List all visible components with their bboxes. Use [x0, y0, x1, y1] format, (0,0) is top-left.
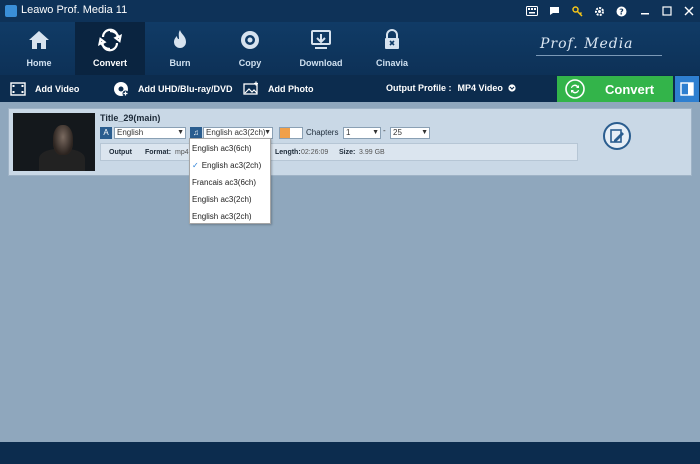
keyboard-icon[interactable]: [524, 3, 540, 19]
audio-option-label: Francais ac3(6ch): [192, 178, 257, 187]
convert-icon: [98, 28, 122, 52]
check-icon: ✓: [192, 161, 199, 170]
chapter-range-dash: -: [383, 126, 386, 135]
audio-dropdown-menu: English ac3(6ch) ✓ English ac3(2ch) Franc…: [189, 138, 271, 224]
chevron-down-icon: ▼: [372, 129, 379, 136]
svg-text:?: ?: [619, 7, 624, 16]
status-bar: [0, 442, 700, 464]
nav-cinavia-label: Cinavia: [375, 58, 408, 68]
length-label: Length:: [275, 149, 301, 156]
nav-burn[interactable]: Burn: [145, 22, 215, 75]
convert-button-label: Convert: [605, 82, 655, 97]
chapter-to-select[interactable]: 25 ▼: [390, 127, 430, 139]
convert-button[interactable]: Convert: [557, 76, 673, 102]
format-value: mp4: [175, 149, 189, 156]
disc-add-icon: [114, 81, 129, 96]
size-value: 3.99 GB: [359, 149, 385, 156]
length-value: 02:26:09: [301, 149, 329, 156]
format-label: Format:: [145, 149, 172, 156]
flame-icon: [174, 30, 186, 48]
output-profile-value: MP4 Video: [457, 83, 503, 93]
audio-option-label: English ac3(2ch): [192, 212, 252, 221]
chat-icon[interactable]: [546, 3, 562, 19]
content-area: Title_29(main) A English ▼ ♫ English ac3…: [0, 102, 700, 442]
edit-video-button[interactable]: [603, 122, 631, 150]
toggle-knob: [280, 128, 290, 138]
chevron-down-icon: ▼: [421, 129, 428, 136]
nav-cinavia[interactable]: Cinavia: [357, 22, 427, 75]
window-title: Leawo Prof. Media 11: [21, 4, 128, 16]
chevron-down-icon: ▼: [177, 129, 184, 136]
nav-convert-label: Convert: [92, 58, 127, 68]
nav-copy[interactable]: Copy: [215, 22, 285, 75]
add-uhd-button[interactable]: Add UHD/Blu-ray/DVD: [113, 75, 233, 102]
app-logo-icon: [5, 5, 17, 17]
chapters-label: Chapters: [306, 128, 339, 137]
sidebar-toggle-button[interactable]: [675, 76, 699, 102]
subtitle-icon: A: [100, 127, 112, 139]
minimize-icon[interactable]: [637, 3, 653, 19]
audio-option-label: English ac3(2ch): [192, 195, 252, 204]
nav-home[interactable]: Home: [4, 22, 74, 75]
video-thumbnail[interactable]: [13, 113, 95, 171]
add-photo-label: Add Photo: [268, 83, 314, 94]
nav-download[interactable]: Download: [286, 22, 356, 75]
add-video-button[interactable]: Add Video: [10, 75, 79, 102]
disc-icon: [241, 31, 259, 49]
output-info-row: Output Format: mp4 Length: 02:26:09 Size…: [100, 143, 578, 161]
key-icon[interactable]: [569, 3, 585, 19]
audio-option-label: English ac3(2ch): [201, 161, 262, 170]
subtitle-select[interactable]: English ▼: [114, 127, 186, 139]
lock-icon: [385, 29, 399, 49]
nav-home-label: Home: [26, 58, 52, 68]
house-icon: [29, 31, 49, 49]
add-photo-button[interactable]: Add Photo: [243, 75, 314, 102]
chevron-down-icon: ▼: [264, 129, 271, 136]
panel-icon: [680, 82, 694, 96]
output-profile-selector[interactable]: Output Profile : MP4 Video: [386, 83, 516, 93]
convert-circle-icon: [565, 79, 585, 99]
audio-option[interactable]: English ac3(2ch): [190, 191, 270, 208]
output-label: Output: [109, 149, 132, 156]
gear-icon[interactable]: [591, 3, 607, 19]
output-profile-label: Output Profile :: [386, 83, 452, 93]
size-label: Size:: [339, 149, 356, 156]
nav-copy-label: Copy: [238, 58, 262, 68]
audio-option-selected[interactable]: ✓ English ac3(2ch): [190, 157, 270, 174]
chapters-toggle[interactable]: [279, 127, 303, 139]
nav-download-label: Download: [299, 58, 343, 68]
audio-select-value: English ac3(2ch): [206, 128, 266, 137]
audio-option[interactable]: Francais ac3(6ch): [190, 174, 270, 191]
chapter-from-value: 1: [346, 128, 351, 137]
nav-burn-label: Burn: [169, 58, 191, 68]
audio-option[interactable]: English ac3(2ch): [190, 208, 270, 225]
thumbnail-face: [53, 125, 73, 155]
title-name: Title_29(main): [100, 113, 161, 123]
main-nav: Home Convert Burn Copy Download Cinavia …: [0, 22, 700, 75]
chevron-down-icon: [508, 84, 516, 92]
close-icon[interactable]: [681, 3, 697, 19]
edit-icon: [610, 129, 624, 143]
brand-logo: Prof. Media: [540, 36, 634, 52]
chapter-to-value: 25: [393, 128, 402, 137]
title-bar: Leawo Prof. Media 11 ?: [0, 0, 700, 22]
chapter-from-select[interactable]: 1 ▼: [343, 127, 381, 139]
audio-option[interactable]: English ac3(6ch): [190, 140, 270, 157]
audio-option-label: English ac3(6ch): [192, 144, 252, 153]
film-icon: [10, 81, 26, 96]
title-item-card[interactable]: Title_29(main) A English ▼ ♫ English ac3…: [8, 108, 692, 176]
download-icon: [311, 30, 331, 49]
photo-icon: [243, 81, 258, 95]
brand-underline: [536, 55, 662, 56]
add-video-label: Add Video: [35, 83, 80, 94]
help-icon[interactable]: ?: [613, 3, 629, 19]
nav-convert[interactable]: Convert: [75, 22, 145, 75]
add-uhd-label: Add UHD/Blu-ray/DVD: [138, 83, 233, 94]
subtitle-select-value: English: [117, 128, 144, 137]
maximize-icon[interactable]: [659, 3, 675, 19]
